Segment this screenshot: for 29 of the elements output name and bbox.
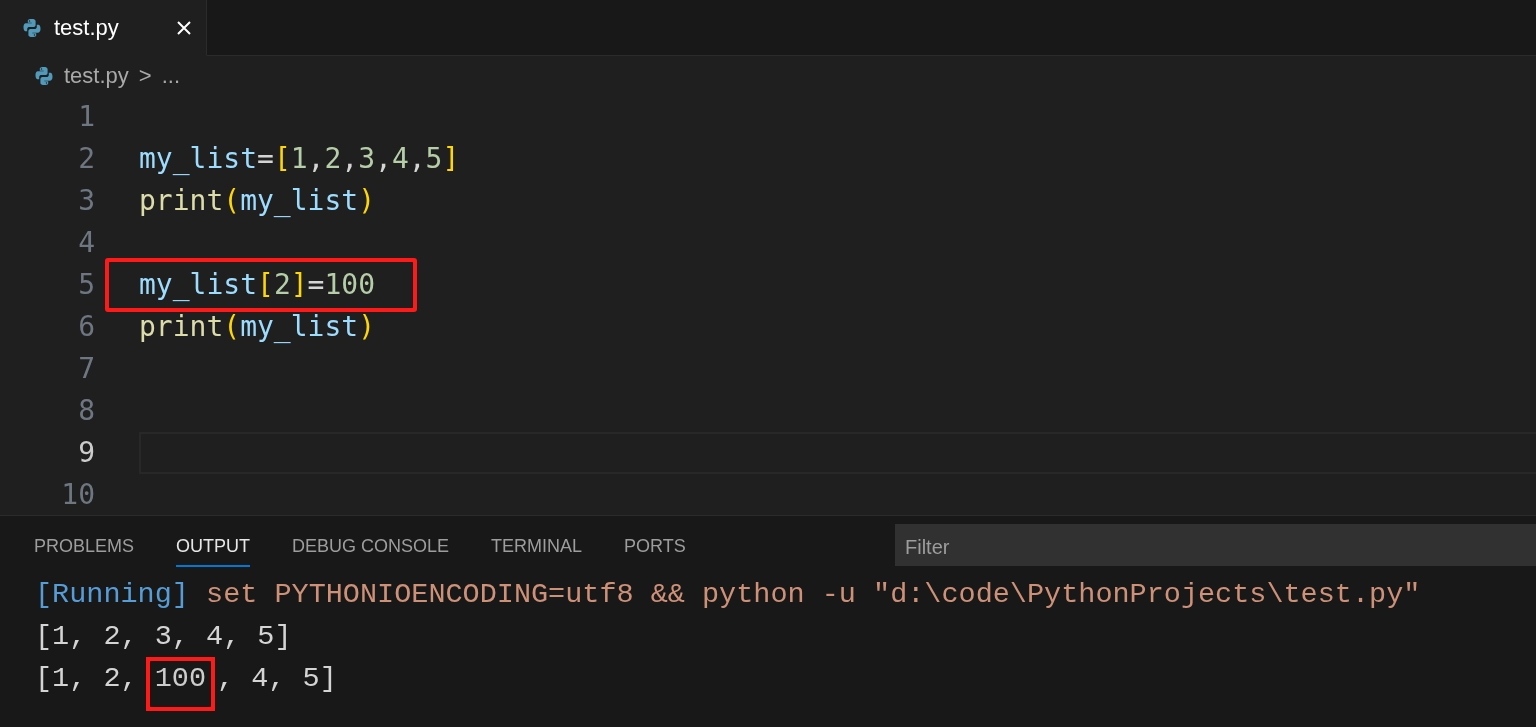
line-number: 3 (77, 183, 95, 219)
code-line: print(my_list) (139, 309, 376, 345)
panel-tab[interactable]: PROBLEMS (34, 527, 135, 567)
line-number: 2 (77, 141, 95, 177)
output-line: [Running] set PYTHONIOENCODING=utf8 && python -u "d:\code\PythonProjects\test.py" (35, 577, 1421, 613)
breadcrumb-item[interactable]: test.py (64, 63, 129, 89)
breadcrumb-separator: > (138, 63, 152, 89)
code-line: my_list=[1,2,3,4,5] (139, 141, 460, 177)
editor-tab[interactable]: test.py (0, 0, 207, 56)
line-number: 1 (77, 99, 95, 135)
code-line: print(my_list) (139, 183, 376, 219)
python-icon (22, 17, 42, 38)
line-number: 7 (77, 351, 95, 387)
panel-tab[interactable]: OUTPUT (176, 527, 251, 567)
highlighted-value: 100 (145, 657, 216, 711)
python-icon (34, 66, 54, 86)
line-number: 10 (60, 477, 95, 513)
line-number: 6 (77, 309, 95, 345)
panel-tab[interactable]: TERMINAL (491, 527, 583, 567)
line-number: 8 (77, 393, 95, 429)
breadcrumb-item[interactable]: ... (161, 63, 180, 89)
line-number: 4 (77, 225, 95, 261)
panel-tab[interactable]: PORTS (624, 527, 686, 567)
panel-tab[interactable]: DEBUG CONSOLE (292, 527, 450, 567)
close-icon[interactable] (176, 19, 192, 36)
line-number: 9 (77, 435, 95, 471)
output-line: [1, 2, 3, 4, 5] (35, 619, 292, 655)
filter-field[interactable]: Filter (895, 524, 1536, 566)
line-number: 5 (77, 267, 95, 303)
